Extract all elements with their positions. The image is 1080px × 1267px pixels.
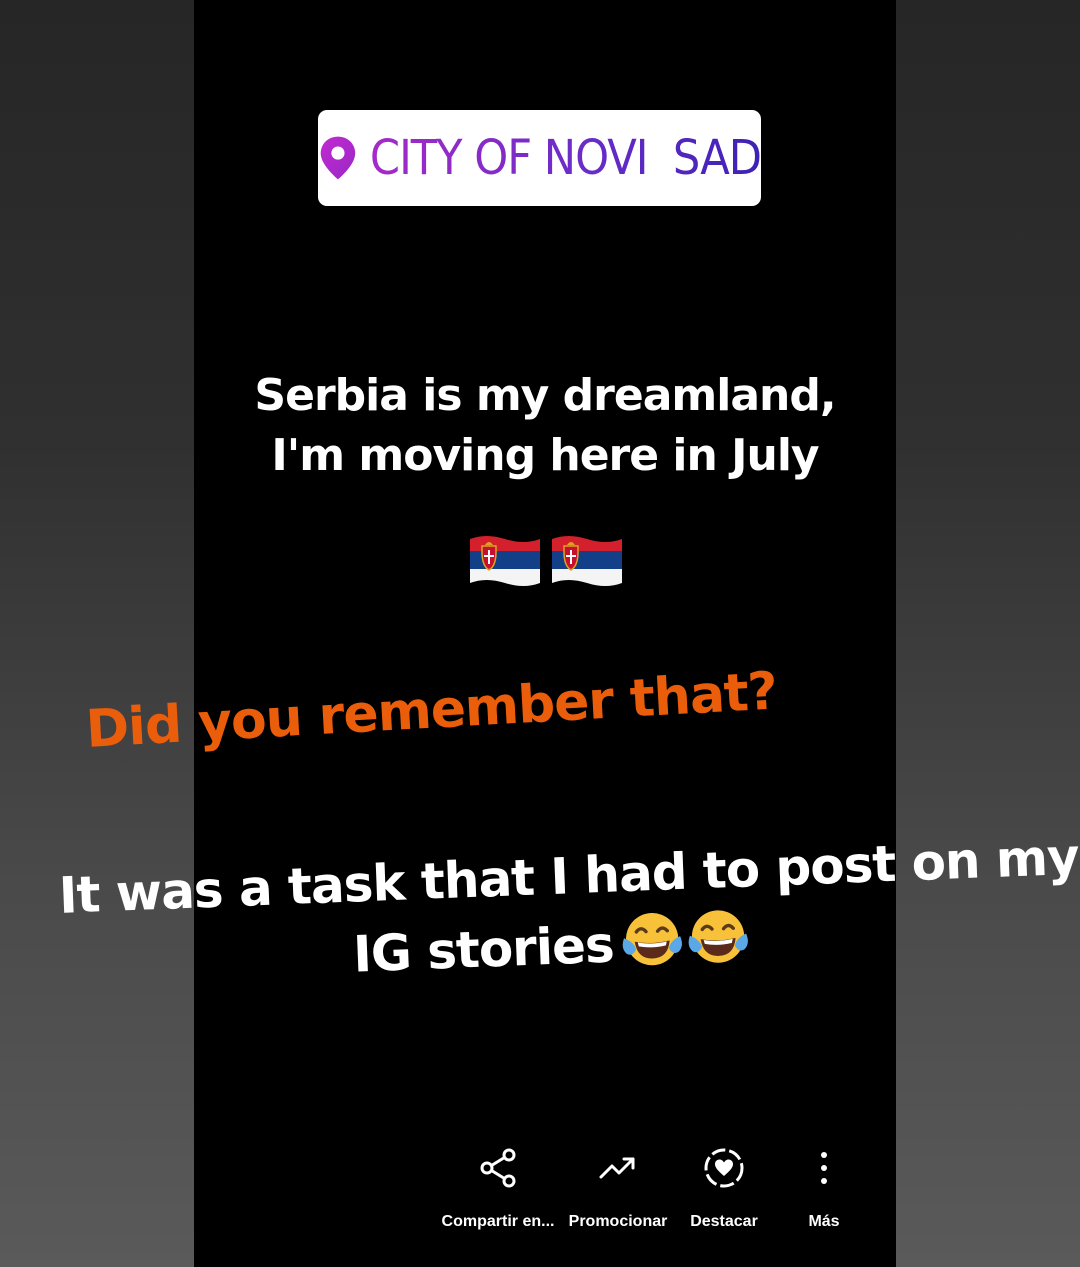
location-label: CITY OF NOVI SAD bbox=[369, 130, 762, 186]
trending-up-icon bbox=[599, 1157, 635, 1179]
more-vertical-icon bbox=[821, 1152, 827, 1184]
story-action-bar: Compartir en... Promocionar Destacar Más bbox=[0, 1145, 1080, 1245]
tears-of-joy-emoji bbox=[688, 910, 749, 963]
share-icon bbox=[480, 1148, 516, 1188]
flags-row bbox=[466, 531, 626, 589]
location-pin-icon bbox=[320, 136, 356, 180]
headline-line-2: I'm moving here in July bbox=[271, 430, 819, 481]
left-backdrop bbox=[0, 0, 194, 1267]
share-button[interactable]: Compartir en... bbox=[441, 1145, 555, 1231]
promote-button[interactable]: Promocionar bbox=[568, 1145, 668, 1231]
highlight-button[interactable]: Destacar bbox=[689, 1145, 759, 1231]
story-headline: Serbia is my dreamland, I'm moving here … bbox=[194, 366, 896, 486]
right-backdrop bbox=[896, 0, 1080, 1267]
serbia-flag-icon bbox=[552, 536, 622, 586]
headline-line-1: Serbia is my dreamland, bbox=[254, 370, 836, 421]
highlight-label: Destacar bbox=[690, 1213, 758, 1230]
highlight-heart-icon bbox=[704, 1148, 744, 1188]
task-caption-line-2: IG stories bbox=[352, 915, 615, 984]
more-label: Más bbox=[808, 1213, 840, 1230]
share-label: Compartir en... bbox=[441, 1213, 555, 1230]
more-button[interactable]: Más bbox=[794, 1145, 854, 1231]
promote-label: Promocionar bbox=[568, 1213, 668, 1230]
serbia-flag-icon bbox=[470, 536, 540, 586]
location-sticker[interactable]: CITY OF NOVI SAD bbox=[318, 110, 762, 206]
tears-of-joy-emoji bbox=[622, 912, 683, 966]
